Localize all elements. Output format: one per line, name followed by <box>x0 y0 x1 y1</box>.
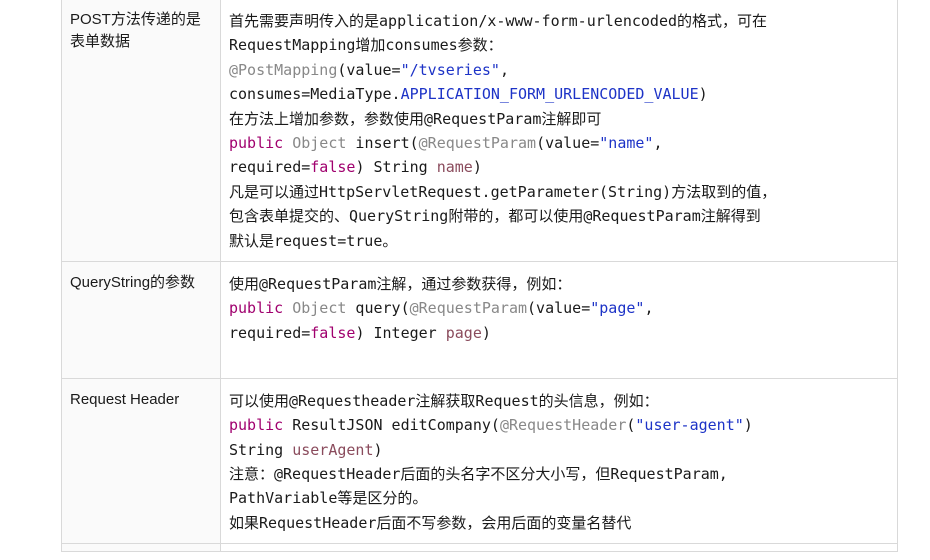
annotation-token: @RequestParam <box>409 299 528 318</box>
row-value-request-header: 可以使用@Requestheader注解获取Request的头信息，例如： pub… <box>220 377 898 545</box>
value-line: @PostMapping(value="/tvseries", <box>229 58 889 82</box>
text-token: ) <box>481 323 491 342</box>
text-token: ) <box>743 416 753 435</box>
text-token: insert( <box>346 134 419 153</box>
text-token: 凡是可以通过HttpServletRequest.getParameter(St… <box>229 182 777 201</box>
blank-value-cell <box>220 543 898 553</box>
text-token: , <box>644 299 654 318</box>
blank-key-cell <box>61 543 221 553</box>
value-line: required=false) String name) <box>229 155 889 179</box>
type-token: Object <box>292 299 347 318</box>
string-token: "/tvseries" <box>400 60 500 79</box>
table-row: POST方法传递的是表单数据 首先需要声明传入的是application/x-w… <box>61 0 898 263</box>
text-token: String <box>229 440 293 459</box>
annotation-token: @RequestHeader <box>499 416 627 435</box>
value-line: public ResultJSON editCompany(@RequestHe… <box>229 413 889 437</box>
constant-token: APPLICATION_FORM_URLENCODED_VALUE <box>400 85 699 104</box>
value-line: PathVariable等是区分的。 <box>229 486 889 510</box>
variable-token: userAgent <box>292 440 374 459</box>
value-line: 包含表单提交的、QueryString附带的，都可以使用@RequestPara… <box>229 204 889 228</box>
text-token: 如果RequestHeader后面不写参数，会用后面的变量名替代 <box>229 513 632 532</box>
text-token: ResultJSON editCompany( <box>283 416 500 435</box>
value-line: 如果RequestHeader后面不写参数，会用后面的变量名替代 <box>229 511 889 535</box>
text-token: ) String <box>355 158 437 177</box>
value-line: consumes=MediaType.APPLICATION_FORM_URLE… <box>229 82 889 106</box>
value-line: 使用@RequestParam注解，通过参数获得，例如： <box>229 272 889 296</box>
text-token: consumes=MediaType. <box>229 85 401 104</box>
text-token: query( <box>346 299 410 318</box>
string-token: "name" <box>599 134 654 153</box>
annotation-token: @RequestParam <box>418 134 537 153</box>
string-token: "page" <box>590 299 645 318</box>
annotation-token: @PostMapping <box>229 60 338 79</box>
keyword-token: false <box>310 158 356 177</box>
value-line: required=false) Integer page) <box>229 321 889 345</box>
value-line: public Object insert(@RequestParam(value… <box>229 131 889 155</box>
text-token: 使用@RequestParam注解，通过参数获得，例如： <box>229 275 572 294</box>
text-token: , <box>499 60 509 79</box>
value-line: String userAgent) <box>229 438 889 462</box>
text-token: (value= <box>527 299 591 318</box>
text-token: RequestMapping增加consumes参数： <box>229 36 503 55</box>
text-token: 可以使用@Requestheader注解获取Request的头信息，例如： <box>229 391 659 410</box>
value-line: 首先需要声明传入的是application/x-www-form-urlenco… <box>229 9 889 33</box>
text-token: ) Integer <box>355 323 446 342</box>
row-value-querystring: 使用@RequestParam注解，通过参数获得，例如： public Objec… <box>220 261 898 379</box>
string-token: "user-agent" <box>635 416 744 435</box>
value-line: 凡是可以通过HttpServletRequest.getParameter(St… <box>229 180 889 204</box>
document-page: POST方法传递的是表单数据 首先需要声明传入的是application/x-w… <box>0 0 930 560</box>
text-token: ) <box>472 158 482 177</box>
text-token: PathVariable等是区分的。 <box>229 489 428 508</box>
spec-table: POST方法传递的是表单数据 首先需要声明传入的是application/x-w… <box>61 0 898 553</box>
text-token: (value= <box>536 134 600 153</box>
value-line: 在方法上增加参数，参数使用@RequestParam注解即可 <box>229 107 889 131</box>
value-line: 默认是request=true。 <box>229 229 889 253</box>
value-line: 可以使用@Requestheader注解获取Request的头信息，例如： <box>229 389 889 413</box>
table-row: QueryString的参数 使用@RequestParam注解，通过参数获得，… <box>61 261 898 379</box>
value-line: RequestMapping增加consumes参数： <box>229 33 889 57</box>
text-token: 注意：@RequestHeader后面的头名字不区分大小写，但RequestPa… <box>229 464 728 483</box>
variable-token: page <box>445 323 482 342</box>
row-key-querystring: QueryString的参数 <box>61 261 221 379</box>
type-token: Object <box>292 134 347 153</box>
row-key-post-form: POST方法传递的是表单数据 <box>61 0 221 263</box>
text-token: required= <box>229 158 311 177</box>
text-token: 包含表单提交的、QueryString附带的，都可以使用@RequestPara… <box>229 207 761 226</box>
variable-token: name <box>436 158 473 177</box>
row-key-request-header: Request Header <box>61 377 221 545</box>
text-token: 在方法上增加参数，参数使用@RequestParam注解即可 <box>229 109 602 128</box>
text-token: 默认是request=true。 <box>229 231 398 250</box>
row-value-post-form: 首先需要声明传入的是application/x-www-form-urlenco… <box>220 0 898 263</box>
keyword-token: public <box>229 299 284 318</box>
text-token: (value= <box>337 60 401 79</box>
keyword-token: false <box>310 323 356 342</box>
text-token: ) <box>698 85 708 104</box>
keyword-token: public <box>229 416 284 435</box>
table-row: Request Header 可以使用@Requestheader注解获取Req… <box>61 377 898 545</box>
text-token: required= <box>229 323 311 342</box>
keyword-token: public <box>229 134 284 153</box>
value-line <box>229 345 889 369</box>
value-line: 注意：@RequestHeader后面的头名字不区分大小写，但RequestPa… <box>229 462 889 486</box>
table-row <box>61 543 898 553</box>
value-line: public Object query(@RequestParam(value=… <box>229 296 889 320</box>
text-token: , <box>653 134 663 153</box>
text-token: 首先需要声明传入的是application/x-www-form-urlenco… <box>229 12 768 30</box>
text-token: ) <box>373 440 383 459</box>
